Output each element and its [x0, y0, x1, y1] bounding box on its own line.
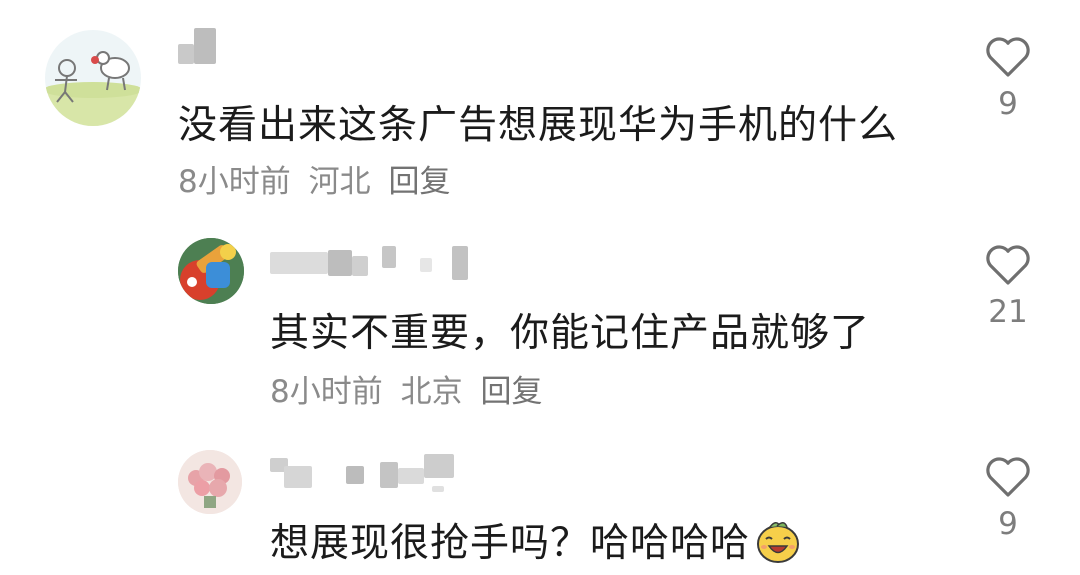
avatar[interactable]: [178, 238, 244, 304]
like-count: 9: [998, 506, 1018, 542]
heart-outline-icon: [986, 37, 1030, 77]
like-button[interactable]: 21: [976, 242, 1040, 330]
comment-text-body: 想展现很抢手吗？哈哈哈哈: [270, 521, 751, 566]
heart-outline-icon: [986, 245, 1030, 285]
comment-item: 没看出来这条广告想展现华为手机的什么 8小时前 河北 回复 9: [0, 0, 1080, 200]
heart-outline-icon: [986, 457, 1030, 497]
like-count: 9: [998, 86, 1018, 122]
like-button[interactable]: 9: [976, 454, 1040, 542]
like-button[interactable]: 9: [976, 34, 1040, 122]
comment-item: 想展现很抢手吗？哈哈哈哈 9: [0, 420, 1080, 572]
laughing-face-emoji-icon: [754, 517, 802, 575]
comment-location: 河北: [308, 164, 371, 200]
comment-item: 其实不重要，你能记住产品就够了 8小时前 北京 回复 21: [0, 210, 1080, 410]
comment-time: 8小时前: [270, 374, 383, 410]
reply-button[interactable]: 回复: [388, 164, 450, 200]
comment-time: 8小时前: [178, 164, 291, 200]
comment-meta: 8小时前 河北 回复: [178, 156, 458, 201]
username-blurred[interactable]: [270, 246, 470, 286]
username-blurred[interactable]: [178, 28, 218, 68]
avatar[interactable]: [178, 450, 242, 514]
like-count: 21: [988, 294, 1028, 330]
comment-text: 没看出来这条广告想展现华为手机的什么: [178, 103, 899, 148]
comment-text: 其实不重要，你能记住产品就够了: [270, 311, 871, 356]
comment-text: 想展现很抢手吗？哈哈哈哈: [270, 512, 802, 575]
username-blurred[interactable]: [270, 454, 460, 494]
comment-meta: 8小时前 北京 回复: [270, 366, 550, 411]
avatar[interactable]: [45, 30, 141, 126]
reply-button[interactable]: 回复: [480, 374, 542, 410]
comment-location: 北京: [400, 374, 463, 410]
